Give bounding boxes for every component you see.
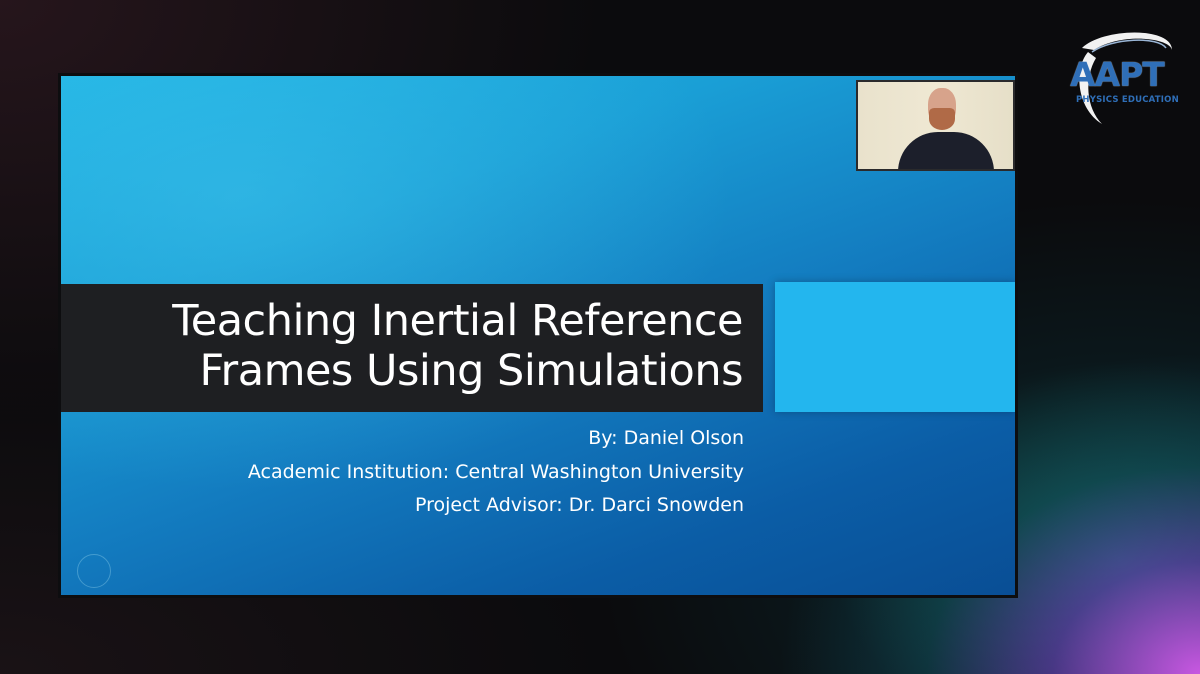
presenter-beard	[929, 108, 955, 130]
slide-title-line-2: Frames Using Simulations	[199, 346, 743, 396]
aapt-logo-tagline: PHYSICS EDUCATION	[1076, 95, 1179, 105]
byline-author: By: Daniel Olson	[588, 427, 744, 449]
aapt-logo: AAPT PHYSICS EDUCATION	[1062, 28, 1184, 128]
aapt-logo-text: AAPT	[1070, 55, 1165, 94]
slide-title-line-1: Teaching Inertial Reference	[172, 296, 743, 346]
byline-advisor: Project Advisor: Dr. Darci Snowden	[414, 494, 744, 516]
accent-box	[775, 282, 1015, 412]
presenter-body	[898, 132, 994, 169]
presentation-stage: AAPT PHYSICS EDUCATION Teaching Inertial…	[0, 0, 1200, 674]
presenter-webcam	[856, 80, 1015, 171]
title-bar: Teaching Inertial Reference Frames Using…	[61, 284, 763, 412]
slide-nav-circle-icon[interactable]	[77, 554, 111, 588]
byline-institution: Academic Institution: Central Washington…	[247, 461, 744, 483]
